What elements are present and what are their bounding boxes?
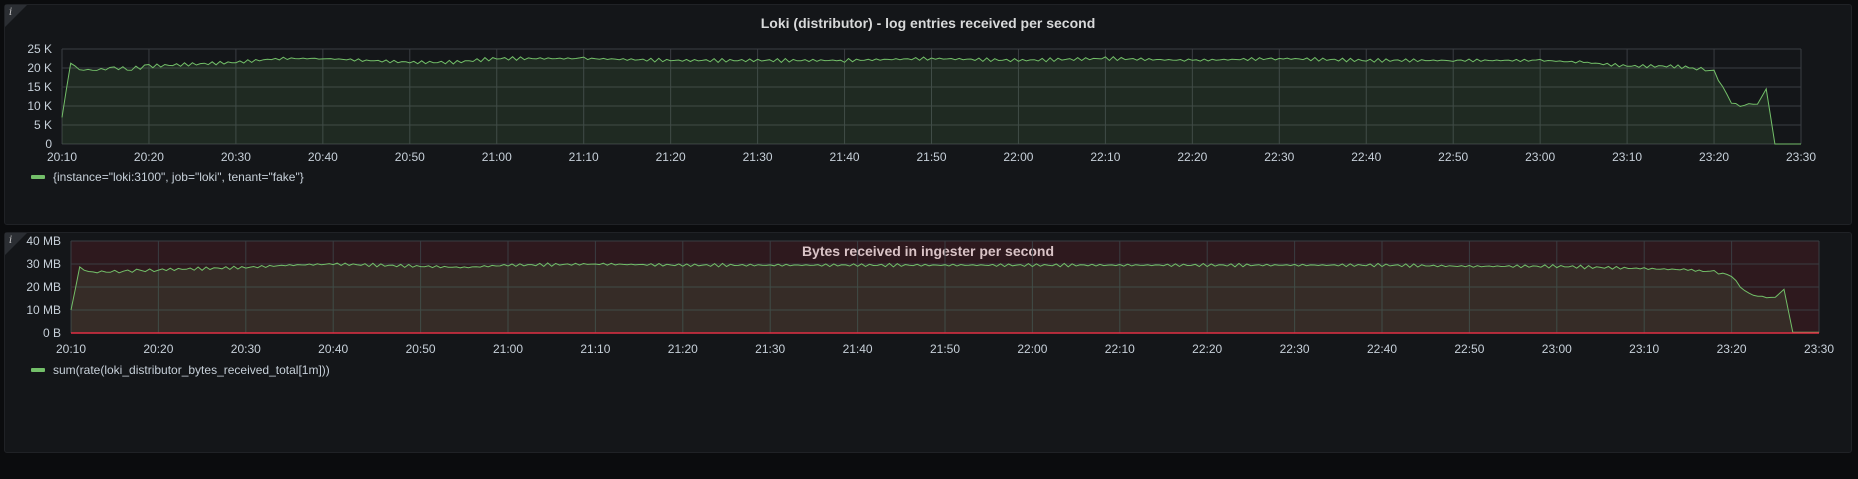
x-tick-label: 22:00	[1003, 150, 1033, 164]
x-tick-label: 21:00	[493, 342, 523, 356]
x-tick-label: 22:50	[1454, 342, 1484, 356]
x-tick-label: 20:10	[47, 150, 77, 164]
series-area	[62, 56, 1801, 145]
x-tick-label: 21:30	[743, 150, 773, 164]
x-tick-label: 21:10	[580, 342, 610, 356]
x-tick-label: 22:40	[1351, 150, 1381, 164]
y-tick-label: 20 MB	[26, 280, 61, 294]
legend[interactable]: sum(rate(loki_distributor_bytes_received…	[31, 363, 330, 377]
legend-swatch	[31, 368, 45, 372]
x-tick-label: 21:40	[830, 150, 860, 164]
x-tick-label: 20:10	[56, 342, 86, 356]
x-tick-label: 21:00	[482, 150, 512, 164]
y-tick-label: 25 K	[27, 42, 52, 56]
x-tick-label: 21:20	[668, 342, 698, 356]
x-tick-label: 21:30	[755, 342, 785, 356]
y-tick-label: 0	[45, 137, 52, 151]
chart-log-entries: 0 5 K 10 K 15 K 20 K 25 K 20:10 20:20 20:30 20:40…	[27, 42, 1816, 164]
series-area	[71, 262, 1819, 333]
x-tick-label: 22:10	[1105, 342, 1135, 356]
x-tick-label: 20:50	[395, 150, 425, 164]
x-tick-label: 22:50	[1438, 150, 1468, 164]
x-tick-label: 21:20	[656, 150, 686, 164]
y-tick-label: 20 K	[27, 61, 52, 75]
x-tick-label: 23:20	[1699, 150, 1729, 164]
y-tick-label: 30 MB	[26, 257, 61, 271]
panel-log-entries: i Loki (distributor) - log entries recei…	[4, 4, 1852, 225]
x-tick-label: 23:00	[1525, 150, 1555, 164]
x-tick-label: 21:40	[843, 342, 873, 356]
x-tick-label: 23:30	[1786, 150, 1816, 164]
y-tick-label: 15 K	[27, 80, 52, 94]
y-tick-label: 40 MB	[26, 234, 61, 248]
legend[interactable]: {instance="loki:3100", job="loki", tenan…	[31, 170, 304, 184]
y-tick-label: 0 B	[43, 326, 61, 340]
x-tick-label: 22:10	[1090, 150, 1120, 164]
x-tick-label: 21:50	[916, 150, 946, 164]
x-tick-label: 20:20	[143, 342, 173, 356]
x-tick-label: 20:40	[308, 150, 338, 164]
x-tick-label: 20:20	[134, 150, 164, 164]
legend-label: sum(rate(loki_distributor_bytes_received…	[53, 363, 330, 377]
legend-swatch	[31, 175, 45, 179]
x-tick-label: 22:30	[1280, 342, 1310, 356]
y-tick-label: 10 MB	[26, 303, 61, 317]
x-tick-label: 23:30	[1804, 342, 1834, 356]
x-tick-label: 22:30	[1264, 150, 1294, 164]
x-tick-label: 22:20	[1177, 150, 1207, 164]
x-tick-label: 20:30	[231, 342, 261, 356]
x-tick-label: 22:40	[1367, 342, 1397, 356]
x-tick-label: 23:10	[1612, 150, 1642, 164]
chart-bytes-received: 0 B 10 MB 20 MB 30 MB 40 MB 20:10 20:20 20:30 20…	[26, 234, 1834, 356]
y-tick-label: 5 K	[34, 118, 52, 132]
x-tick-label: 20:40	[318, 342, 348, 356]
x-tick-label: 23:10	[1629, 342, 1659, 356]
x-tick-label: 23:00	[1542, 342, 1572, 356]
x-tick-label: 22:00	[1017, 342, 1047, 356]
legend-label: {instance="loki:3100", job="loki", tenan…	[53, 170, 304, 184]
x-tick-label: 21:10	[569, 150, 599, 164]
x-tick-label: 20:50	[406, 342, 436, 356]
x-tick-label: 23:20	[1717, 342, 1747, 356]
panel-bytes-received: i Bytes received in ingester per second …	[4, 232, 1852, 453]
x-tick-label: 21:50	[930, 342, 960, 356]
y-tick-label: 10 K	[27, 99, 52, 113]
x-tick-label: 20:30	[221, 150, 251, 164]
x-tick-label: 22:20	[1192, 342, 1222, 356]
